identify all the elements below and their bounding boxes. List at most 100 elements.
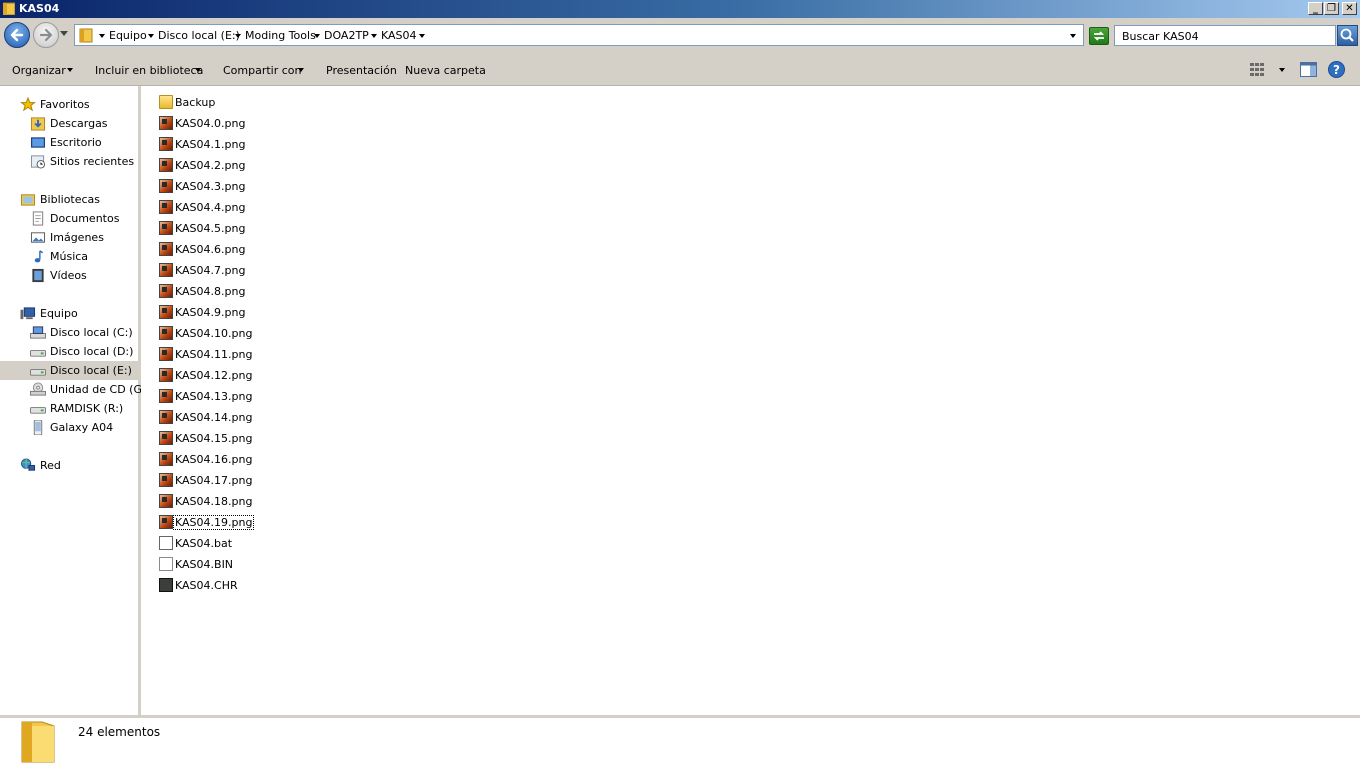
include-library-button[interactable]: Incluir en biblioteca: [95, 64, 203, 77]
breadcrumb-moding-tools[interactable]: Moding Tools: [245, 29, 316, 42]
chevron-down-icon[interactable]: [235, 34, 241, 38]
file-name: KAS04.7.png: [175, 264, 246, 277]
png-image-icon: [159, 410, 173, 424]
chevron-down-icon[interactable]: [99, 34, 105, 38]
details-pane: 24 elementos: [0, 718, 1360, 768]
file-name: KAS04.0.png: [175, 117, 246, 130]
chevron-down-icon[interactable]: [67, 68, 73, 72]
forward-button[interactable]: [33, 22, 59, 48]
png-image-icon: [159, 116, 173, 130]
sidebar-item-label: Imágenes: [50, 231, 104, 244]
png-image-icon: [159, 389, 173, 403]
sidebar-item-label: Bibliotecas: [40, 193, 101, 206]
preview-pane-icon[interactable]: [1300, 62, 1317, 77]
refresh-button[interactable]: [1089, 27, 1109, 45]
file-name: KAS04.4.png: [175, 201, 246, 214]
sidebar-item-documentos[interactable]: Documentos: [30, 209, 130, 228]
sidebar-item-ramdisk[interactable]: RAMDISK (R:): [30, 399, 138, 418]
folder-icon: [3, 2, 15, 15]
chevron-down-icon[interactable]: [195, 68, 201, 72]
libraries-icon: [20, 194, 36, 206]
file-name: KAS04.3.png: [175, 180, 246, 193]
refresh-icon: [1093, 31, 1105, 41]
png-image-icon: [159, 431, 173, 445]
chevron-down-icon[interactable]: [371, 34, 377, 38]
sidebar-item-red[interactable]: Red: [20, 456, 130, 475]
sidebar-item-disco-d[interactable]: Disco local (D:): [30, 342, 138, 361]
sidebar-item-label: Disco local (D:): [50, 345, 134, 358]
address-bar: Equipo Disco local (E:) Moding Tools DOA…: [0, 18, 1360, 54]
restore-button[interactable]: ❐: [1324, 2, 1339, 15]
sidebar-item-bibliotecas[interactable]: Bibliotecas: [20, 190, 130, 209]
forward-arrow-icon: [39, 28, 53, 42]
presentation-button[interactable]: Presentación: [326, 64, 397, 77]
sidebar-item-disco-e[interactable]: Disco local (E:): [0, 361, 138, 380]
breadcrumb-kas04[interactable]: KAS04: [381, 29, 417, 42]
sidebar-item-cd-g[interactable]: Unidad de CD (G:): [30, 380, 150, 399]
sidebar-item-label: RAMDISK (R:): [50, 402, 124, 415]
chr-file-icon: [159, 578, 173, 592]
folder-icon: [79, 28, 93, 43]
batch-file-icon: [159, 536, 173, 550]
sidebar-item-equipo[interactable]: Equipo: [20, 304, 130, 323]
png-image-icon: [159, 305, 173, 319]
hard-drive-icon: [30, 369, 46, 376]
recent-places-icon: [30, 155, 46, 169]
file-name: KAS04.14.png: [175, 411, 253, 424]
file-name: KAS04.1.png: [175, 138, 246, 151]
command-bar: Organizar Incluir en biblioteca Comparti…: [0, 54, 1360, 86]
help-icon[interactable]: ?: [1328, 61, 1345, 78]
share-button[interactable]: Compartir con: [223, 64, 302, 77]
sidebar-item-escritorio[interactable]: Escritorio: [30, 133, 130, 152]
breadcrumb-disco-e[interactable]: Disco local (E:): [158, 29, 240, 42]
breadcrumb-equipo[interactable]: Equipo: [109, 29, 147, 42]
search-input[interactable]: Buscar KAS04: [1114, 25, 1336, 46]
chevron-down-icon[interactable]: [419, 34, 425, 38]
sidebar-item-label: Vídeos: [50, 269, 87, 282]
file-name: KAS04.13.png: [175, 390, 253, 403]
recent-pages-dropdown-icon[interactable]: [60, 31, 68, 37]
search-button[interactable]: [1337, 25, 1358, 46]
back-button[interactable]: [4, 22, 30, 48]
chevron-down-icon[interactable]: [148, 34, 154, 38]
title-bar: KAS04 _ ❐ ✕: [0, 0, 1360, 18]
sidebar-item-disco-c[interactable]: Disco local (C:): [30, 323, 138, 342]
sidebar-item-label: Disco local (E:): [50, 364, 132, 377]
sidebar-item-label: Galaxy A04: [50, 421, 114, 434]
downloads-folder-icon: [30, 117, 46, 131]
svg-text:?: ?: [1333, 63, 1340, 77]
sidebar-item-galaxy-a04[interactable]: Galaxy A04: [30, 418, 138, 437]
file-list[interactable]: Backup KAS04.0.png KAS04.1.png KAS04.2.png K…: [141, 86, 1360, 715]
png-image-icon: [159, 242, 173, 256]
file-name: KAS04.BIN: [175, 558, 234, 571]
chevron-down-icon[interactable]: [1279, 68, 1285, 72]
sidebar-item-label: Favoritos: [40, 98, 90, 111]
breadcrumb-doa2tp[interactable]: DOA2TP: [324, 29, 369, 42]
cd-drive-icon: [30, 382, 46, 396]
png-image-icon: [159, 368, 173, 382]
png-image-icon: [159, 284, 173, 298]
sidebar-item-musica[interactable]: Música: [30, 247, 130, 266]
sidebar-item-label: Documentos: [50, 212, 120, 225]
new-folder-button[interactable]: Nueva carpeta: [405, 64, 486, 77]
png-image-icon: [159, 515, 173, 529]
hard-drive-icon: [30, 407, 46, 414]
views-icon[interactable]: [1250, 63, 1265, 76]
sidebar-item-imagenes[interactable]: Imágenes: [30, 228, 130, 247]
organize-button[interactable]: Organizar: [12, 64, 66, 77]
file-name: KAS04.6.png: [175, 243, 246, 256]
sidebar-item-descargas[interactable]: Descargas: [30, 114, 130, 133]
breadcrumb[interactable]: Equipo Disco local (E:) Moding Tools DOA…: [74, 24, 1084, 46]
sidebar-item-sitios-recientes[interactable]: Sitios recientes: [30, 152, 134, 171]
file-name: KAS04.10.png: [175, 327, 253, 340]
sidebar-item-favorites[interactable]: Favoritos: [20, 95, 130, 114]
address-history-dropdown-icon[interactable]: [1070, 34, 1076, 38]
sidebar-item-videos[interactable]: Vídeos: [30, 266, 130, 285]
phone-icon: [33, 420, 43, 435]
file-name: KAS04.bat: [175, 537, 233, 550]
chevron-down-icon[interactable]: [298, 68, 304, 72]
window-title: KAS04: [19, 2, 60, 15]
chevron-down-icon[interactable]: [314, 34, 320, 38]
close-button[interactable]: ✕: [1342, 2, 1357, 15]
minimize-button[interactable]: _: [1308, 2, 1323, 15]
